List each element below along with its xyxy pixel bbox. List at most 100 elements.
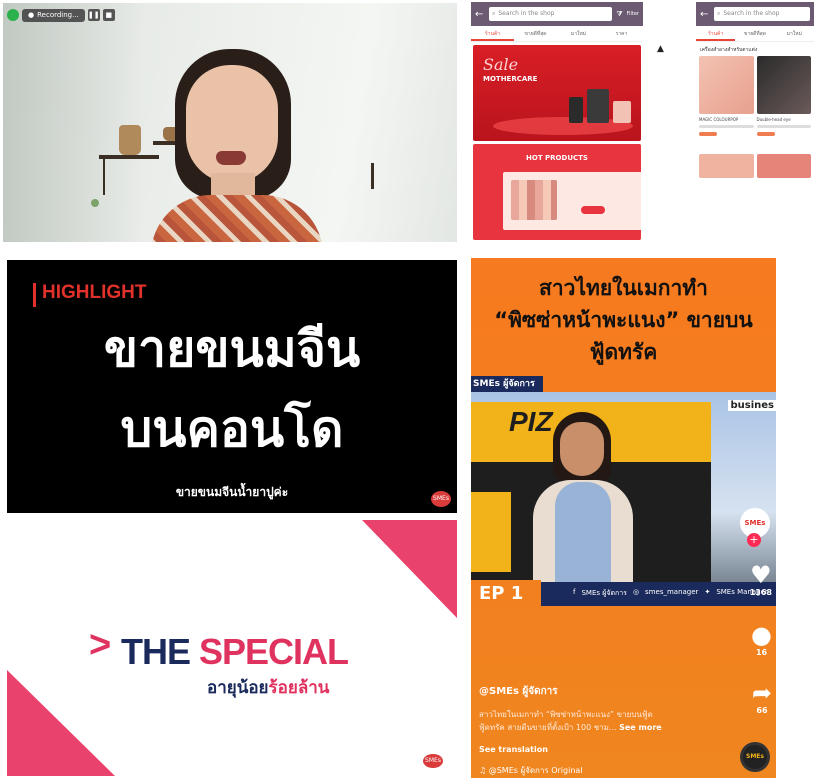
twitter-icon: ✦ [704, 588, 711, 596]
back-arrow-icon[interactable]: ← [700, 9, 710, 20]
tab-price[interactable]: ราคา [600, 26, 643, 41]
music-note-icon: ♫ [479, 766, 487, 775]
video-frame[interactable]: PIZ [471, 392, 776, 592]
grid-title: เครื่องสำอางสำหรับตาแต่ง [700, 47, 758, 53]
pause-icon[interactable]: ❚❚ [87, 9, 100, 21]
search-input[interactable]: ⌕ Search in the shop [489, 7, 613, 21]
product-grid: MAGIC COLOURPOP Double-head eye [696, 56, 814, 136]
filter-icon[interactable]: ⧩ [616, 10, 622, 19]
tab-new[interactable]: มาใหม่ [557, 26, 600, 41]
search-icon: ⌕ [492, 10, 496, 17]
hot-products-title: HOT PRODUCTS [526, 154, 588, 162]
product-image [587, 89, 609, 123]
subtitle-b: ร้อยล้าน [268, 678, 330, 698]
shop-screenshot-tile: ← ⌕ Search in the shop ⧩ Filter ร้านค้า … [469, 2, 814, 242]
headline-line2: “พิซซ่าหน้าพะแนง” ขายบน [494, 308, 753, 332]
music-title: @SMEs ผู้จัดการ Original [488, 766, 583, 775]
video-call-tile: ● Recording... ❚❚ ■ [3, 3, 457, 242]
see-more-link[interactable]: See more [619, 723, 662, 732]
sale-brand: MOTHERCARE [483, 75, 538, 83]
headline-line3: ฟู้ดทรัค [589, 340, 658, 364]
product-card[interactable]: Double-head eye [756, 56, 811, 136]
filter-label[interactable]: Filter [627, 11, 639, 17]
product-image [613, 101, 631, 123]
shop-tabs: ร้านค้า ขายดีที่สุด มาใหม่ [696, 26, 814, 42]
recording-pill[interactable]: ● Recording... [22, 8, 85, 22]
plant [91, 199, 99, 207]
see-translation-link[interactable]: See translation [479, 745, 548, 754]
shield-icon: ● [28, 10, 35, 19]
product-image [756, 154, 811, 178]
podium [493, 117, 633, 135]
product-card[interactable]: MAGIC COLOURPOP [699, 56, 754, 136]
stop-icon[interactable]: ■ [102, 9, 115, 21]
product-desc [756, 125, 811, 128]
wall-shelf [99, 155, 159, 159]
product-name: Double-head eye [756, 117, 791, 122]
highlight-subtitle: ขายขนมจีนน้ำยาปูค่ะ [175, 485, 289, 499]
highlight-label: HIGHLIGHT [42, 282, 147, 303]
person-face [186, 65, 278, 183]
comment-icon: ● [751, 621, 772, 649]
special-subtitle: อายุน้อยร้อยล้าน [207, 674, 329, 701]
like-action[interactable]: ♥ 1368 [750, 562, 772, 597]
smes-logo: SMEs [431, 491, 451, 507]
shop-tabs: ร้านค้า ขายดีที่สุด มาใหม่ ราคา [471, 26, 643, 42]
tiktok-video-tile: สาวไทยในเมกาทำ “พิซซ่าหน้าพะแนง” ขายบน ฟ… [471, 258, 776, 778]
search-input[interactable]: ⌕ Search in the shop [714, 7, 810, 21]
product-image [699, 56, 754, 114]
instagram-handle: smes_manager [645, 588, 699, 596]
tab-shop[interactable]: ร้านค้า [696, 26, 736, 41]
music-info[interactable]: ♫ @SMEs ผู้จัดการ Original [479, 764, 583, 777]
product-image [569, 97, 583, 123]
music-disc-icon[interactable]: SMEs [740, 742, 770, 772]
product-name: MAGIC COLOURPOP [699, 117, 739, 122]
back-arrow-icon[interactable]: ← [475, 9, 485, 20]
comment-count: 16 [755, 648, 768, 657]
bottom-left-triangle [7, 670, 115, 776]
headline-line1: สาวไทยในเมกาทำ [539, 276, 708, 300]
product-price [756, 132, 775, 136]
recording-bar: ● Recording... ❚❚ ■ [7, 8, 115, 22]
share-action[interactable]: ➦ 66 [752, 680, 772, 715]
product-row [699, 154, 811, 178]
title-the: THE [121, 631, 191, 672]
comment-action[interactable]: ● 16 [751, 622, 772, 657]
description-line2: ฟู้ดทรัค สายตีนขายที่ตั้งเป้า 100 ชาม...… [479, 721, 719, 734]
highlight-title-line2: บนคอนโด [120, 400, 344, 458]
facebook-handle: SMEs ผู้จัดการ [581, 589, 627, 597]
sale-script: Sale [483, 55, 519, 74]
person-shirt [555, 482, 611, 592]
product-desc [699, 125, 754, 128]
tab-best-seller[interactable]: ขายดีที่สุด [514, 26, 557, 41]
hot-products-banner[interactable]: HOT PRODUCTS [473, 144, 641, 240]
share-count: 66 [756, 706, 768, 715]
shop-top-bar: ← ⌕ Search in the shop [696, 2, 814, 26]
follow-plus-icon[interactable]: + [747, 533, 761, 547]
creator-username[interactable]: @SMEs ผู้จัดการ [479, 684, 558, 699]
chevron-right-icon: > [89, 624, 112, 666]
sale-banner[interactable]: Sale MOTHERCARE [473, 45, 641, 141]
tab-shop[interactable]: ร้านค้า [471, 26, 514, 41]
highlight-title-line1: ขายขนมจีน [103, 320, 361, 378]
social-handles: f SMEs ผู้จัดการ ◎ smes_manager ✦ SMEs M… [573, 588, 768, 599]
shop-top-bar: ← ⌕ Search in the shop ⧩ Filter [471, 2, 643, 26]
person-shirt [151, 195, 323, 242]
wall-shadow [3, 3, 143, 242]
smes-logo: SMEs [423, 754, 443, 768]
recording-indicator-icon [7, 9, 19, 21]
shelf-leg [103, 155, 105, 195]
search-icon: ⌕ [717, 10, 721, 17]
shop-now-button[interactable] [581, 206, 605, 214]
tab-best-seller[interactable]: ขายดีที่สุด [735, 26, 774, 41]
eyeshadow-palette-image [511, 180, 557, 220]
instagram-icon: ◎ [632, 588, 640, 596]
episode-label: EP 1 [471, 580, 541, 608]
video-headline: สาวไทยในเมกาทำ “พิซซ่าหน้าพะแนง” ขายบน ฟ… [471, 272, 776, 368]
heart-icon: ♥ [750, 561, 772, 589]
tab-new[interactable]: มาใหม่ [775, 26, 814, 41]
product-price [699, 132, 717, 136]
mouse-cursor-icon: ▲ [657, 44, 664, 54]
description-line1: สาวไทยในเมกาทำ “พิซซ่าหน้าพะแนง” ขายบนฟู… [479, 710, 653, 719]
search-placeholder: Search in the shop [498, 10, 555, 17]
